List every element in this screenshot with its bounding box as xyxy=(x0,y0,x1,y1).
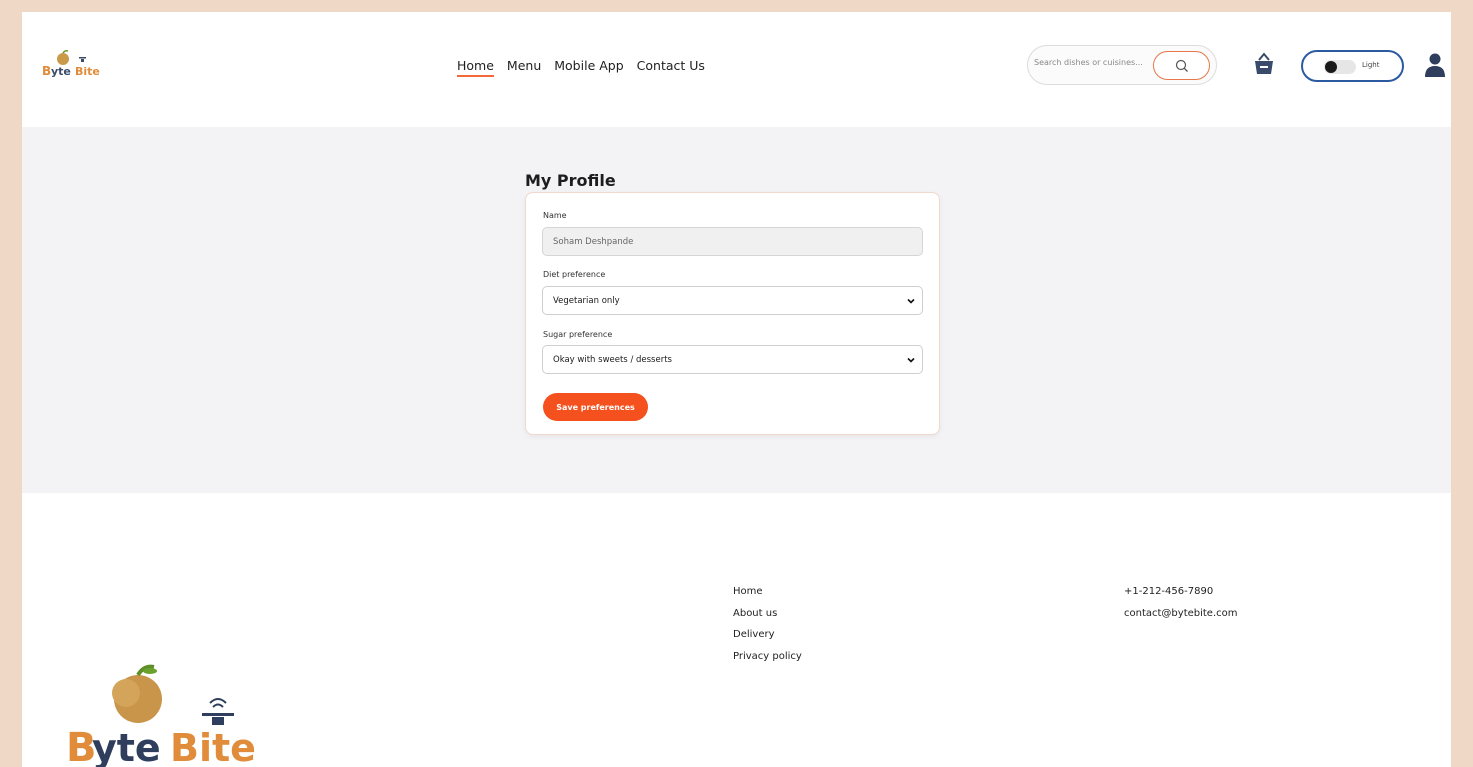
footer-email: contact@bytebite.com xyxy=(1124,607,1238,619)
svg-text:Bite: Bite xyxy=(170,726,256,767)
search-icon xyxy=(1175,59,1188,72)
basket-icon[interactable] xyxy=(1253,52,1275,76)
main-content: My Profile Name Soham Deshpande Diet pre… xyxy=(22,127,1451,493)
page: B yte Bite Home Menu Mobile App Contact … xyxy=(22,12,1451,767)
footer-contact: +1-212-456-7890 contact@bytebite.com xyxy=(1124,586,1238,629)
apple-logo-icon xyxy=(57,53,69,65)
profile-card: Name Soham Deshpande Diet preference Veg… xyxy=(525,192,940,435)
toggle-knob xyxy=(1325,61,1337,73)
footer-link-home[interactable]: Home xyxy=(733,586,802,608)
nav-home[interactable]: Home xyxy=(457,58,494,77)
chevron-down-icon xyxy=(907,298,915,304)
search-input[interactable] xyxy=(1034,58,1154,67)
footer-link-about[interactable]: About us xyxy=(733,608,802,630)
brand-logo[interactable]: B yte Bite xyxy=(40,50,110,80)
nav-mobile-app[interactable]: Mobile App xyxy=(554,58,623,77)
svg-text:Bite: Bite xyxy=(75,65,100,78)
nav-menu[interactable]: Menu xyxy=(507,58,541,77)
header: B yte Bite Home Menu Mobile App Contact … xyxy=(22,12,1451,127)
drone-icon xyxy=(79,57,86,62)
chevron-down-icon xyxy=(907,357,915,363)
user-icon[interactable] xyxy=(1422,52,1448,78)
main-nav: Home Menu Mobile App Contact Us xyxy=(457,58,705,77)
save-preferences-button[interactable]: Save preferences xyxy=(543,393,648,421)
name-field: Soham Deshpande xyxy=(542,227,923,256)
name-label: Name xyxy=(543,211,567,220)
theme-label: Light xyxy=(1362,61,1380,69)
nav-contact-us[interactable]: Contact Us xyxy=(637,58,705,77)
svg-text:yte: yte xyxy=(92,726,161,767)
footer-links: Home About us Delivery Privacy policy xyxy=(733,586,802,672)
footer-link-privacy[interactable]: Privacy policy xyxy=(733,651,802,673)
page-title: My Profile xyxy=(525,171,616,190)
drone-icon xyxy=(202,698,234,725)
svg-text:B: B xyxy=(42,64,51,78)
toggle-track xyxy=(1324,60,1356,74)
footer-link-delivery[interactable]: Delivery xyxy=(733,629,802,651)
svg-text:yte: yte xyxy=(51,65,71,78)
sugar-label: Sugar preference xyxy=(543,330,613,339)
diet-label: Diet preference xyxy=(543,270,606,279)
diet-select[interactable]: Vegetarian only xyxy=(542,286,923,315)
apple-logo-icon xyxy=(112,664,162,723)
footer-logo: B yte Bite xyxy=(66,664,256,767)
sugar-select-value: Okay with sweets / desserts xyxy=(553,354,672,365)
theme-toggle[interactable]: Light xyxy=(1301,50,1404,82)
sugar-select[interactable]: Okay with sweets / desserts xyxy=(542,345,923,374)
search-button[interactable] xyxy=(1153,51,1210,80)
footer-phone: +1-212-456-7890 xyxy=(1124,586,1214,597)
search-bar xyxy=(1027,45,1217,85)
diet-select-value: Vegetarian only xyxy=(553,295,620,306)
